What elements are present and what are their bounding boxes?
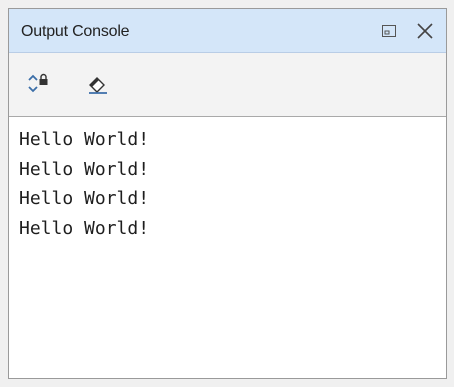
- console-toolbar: [9, 53, 446, 117]
- panel-title: Output Console: [21, 23, 130, 40]
- close-icon: [417, 23, 433, 39]
- panel-titlebar[interactable]: Output Console: [9, 9, 446, 53]
- console-line: Hello World!: [19, 217, 150, 239]
- console-line: Hello World!: [19, 158, 150, 180]
- console-line: Hello World!: [19, 129, 150, 150]
- output-console-panel: Output Console Hello World! Hello World!…: [8, 8, 447, 379]
- close-button[interactable]: [414, 20, 436, 42]
- console-output-area[interactable]: Hello World! Hello World! Hello World! H…: [9, 117, 446, 378]
- console-line: Hello World!: [19, 188, 150, 209]
- console-lines: Hello World! Hello World! Hello World! H…: [19, 125, 149, 243]
- restore-icon: [382, 25, 396, 37]
- restore-button[interactable]: [378, 20, 400, 42]
- scroll-lock-icon: [28, 73, 48, 93]
- scroll-lock-button[interactable]: [25, 71, 53, 97]
- clear-console-button[interactable]: [85, 71, 113, 97]
- eraser-clear-icon: [89, 77, 107, 94]
